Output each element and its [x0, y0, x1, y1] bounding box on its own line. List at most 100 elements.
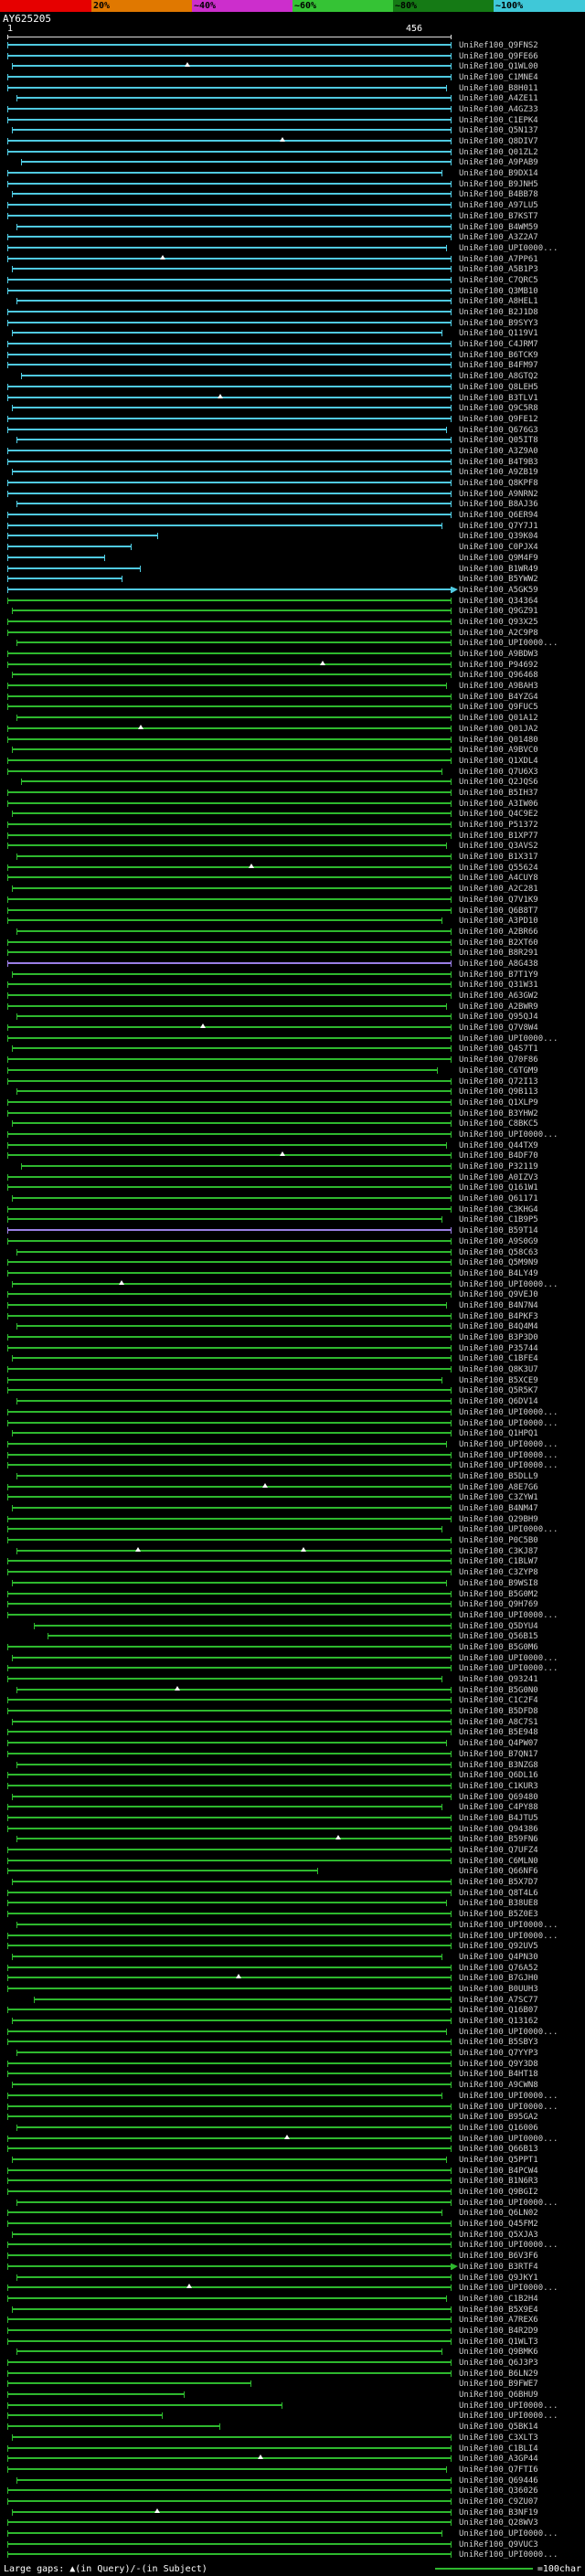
hit-bar[interactable]: [7, 2178, 452, 2185]
hit-label[interactable]: UniRef100_Q28WV3: [459, 2518, 538, 2528]
hit-label[interactable]: UniRef100_Q4S7T1: [459, 1044, 538, 1054]
hit-label[interactable]: UniRef100_B3P3D0: [459, 1333, 538, 1342]
hit-label[interactable]: UniRef100_B3TLV1: [459, 394, 538, 403]
hit-bar[interactable]: [7, 2444, 452, 2452]
hit-label[interactable]: UniRef100_Q34364: [459, 597, 538, 606]
hit-bar[interactable]: [11, 2306, 452, 2313]
hit-bar[interactable]: [7, 1440, 448, 1447]
hit-label[interactable]: UniRef100_Q6DL16: [459, 1771, 538, 1780]
hit-bar[interactable]: [16, 1248, 452, 1256]
hit-label[interactable]: UniRef100_Q7V1K9: [459, 896, 538, 905]
hit-label[interactable]: UniRef100_B3RTF4: [459, 2263, 538, 2272]
hit-label[interactable]: UniRef100_Q16B07: [459, 2006, 538, 2015]
hit-bar[interactable]: [7, 2369, 452, 2377]
hit-bar[interactable]: [7, 863, 452, 871]
hit-label[interactable]: UniRef100_B9JNH5: [459, 180, 538, 189]
hit-bar[interactable]: [7, 1611, 452, 1618]
hit-bar[interactable]: [7, 276, 452, 283]
hit-label[interactable]: UniRef100_A2BR66: [459, 928, 538, 937]
hit-bar[interactable]: [16, 1472, 452, 1479]
hit-bar[interactable]: [7, 597, 452, 604]
hit-bar[interactable]: [7, 2242, 452, 2249]
hit-label[interactable]: UniRef100_UPI0000...: [459, 1130, 558, 1140]
hit-label[interactable]: UniRef100_B4FM97: [459, 361, 538, 370]
hit-bar[interactable]: [11, 747, 452, 754]
hit-bar[interactable]: [16, 2476, 452, 2484]
hit-bar[interactable]: [7, 105, 452, 112]
hit-label[interactable]: UniRef100_A9BAH3: [459, 682, 538, 691]
hit-label[interactable]: UniRef100_Q1XDL4: [459, 757, 538, 766]
hit-label[interactable]: UniRef100_C1BFE4: [459, 1354, 538, 1363]
hit-bar[interactable]: [16, 1088, 452, 1096]
hit-label[interactable]: UniRef100_C3KHG4: [459, 1205, 538, 1214]
hit-label[interactable]: UniRef100_Q5XJA3: [459, 2231, 538, 2240]
hit-label[interactable]: UniRef100_B9FWE7: [459, 2380, 538, 2389]
hit-label[interactable]: UniRef100_Q9VEJ0: [459, 1290, 538, 1299]
hit-label[interactable]: UniRef100_Q5PPT1: [459, 2156, 538, 2165]
hit-label[interactable]: UniRef100_UPI0000...: [459, 1419, 558, 1428]
hit-bar[interactable]: [7, 1034, 452, 1042]
hit-label[interactable]: UniRef100_C1BLI4: [459, 2444, 538, 2454]
hit-bar[interactable]: [16, 298, 452, 305]
hit-bar[interactable]: [7, 906, 452, 914]
hit-label[interactable]: UniRef100_B1WR49: [459, 565, 538, 574]
hit-label[interactable]: UniRef100_B5YWW2: [459, 575, 538, 584]
hit-bar[interactable]: [7, 1334, 452, 1341]
hit-bar[interactable]: [7, 362, 452, 369]
hit-label[interactable]: UniRef100_B4DF70: [459, 1151, 538, 1161]
hit-label[interactable]: UniRef100_B6V3F6: [459, 2252, 538, 2261]
hit-bar[interactable]: [7, 1526, 443, 1533]
hit-label[interactable]: UniRef100_A7PP61: [459, 255, 538, 264]
hit-label[interactable]: UniRef100_Q39K04: [459, 532, 538, 541]
hit-label[interactable]: UniRef100_Q9BMK6: [459, 2348, 538, 2357]
hit-bar[interactable]: [7, 1141, 448, 1149]
hit-label[interactable]: UniRef100_Q72I13: [459, 1077, 538, 1087]
hit-bar[interactable]: [7, 2103, 452, 2110]
hit-label[interactable]: UniRef100_A9ZB19: [459, 468, 538, 477]
hit-bar[interactable]: [7, 917, 443, 925]
hit-bar[interactable]: [7, 1419, 452, 1426]
hit-bar[interactable]: [7, 1601, 452, 1608]
hit-label[interactable]: UniRef100_A3Z2A7: [459, 233, 538, 242]
hit-label[interactable]: UniRef100_Q55624: [459, 864, 538, 873]
hit-bar[interactable]: [7, 992, 452, 1000]
hit-label[interactable]: UniRef100_UPI0000...: [459, 1664, 558, 1673]
hit-bar[interactable]: [16, 1921, 452, 1928]
hit-label[interactable]: UniRef100_Q4PW07: [459, 1739, 538, 1748]
hit-bar[interactable]: [7, 565, 141, 572]
hit-label[interactable]: UniRef100_Q56B15: [459, 1632, 538, 1641]
hit-bar[interactable]: [7, 1889, 452, 1896]
hit-label[interactable]: UniRef100_C6MLN0: [459, 1857, 538, 1866]
hit-bar[interactable]: [11, 266, 452, 273]
hit-bar[interactable]: [11, 1355, 452, 1362]
hit-label[interactable]: UniRef100_B7GJH0: [459, 1974, 538, 1983]
hit-label[interactable]: UniRef100_Q70F86: [459, 1055, 538, 1065]
hit-label[interactable]: UniRef100_Q01JA2: [459, 725, 538, 734]
hit-bar[interactable]: [7, 426, 448, 433]
hit-bar[interactable]: [16, 1546, 452, 1554]
hit-bar[interactable]: [11, 672, 452, 679]
hit-bar[interactable]: [7, 1462, 452, 1469]
hit-label[interactable]: UniRef100_A9S0G9: [459, 1237, 538, 1246]
hit-bar[interactable]: [7, 789, 452, 796]
hit-label[interactable]: UniRef100_Q58C63: [459, 1248, 538, 1257]
hit-label[interactable]: UniRef100_Q6J3P3: [459, 2359, 538, 2368]
hit-label[interactable]: UniRef100_B0UUH3: [459, 1985, 538, 1994]
hit-bar[interactable]: [7, 512, 452, 519]
hit-bar[interactable]: [7, 480, 452, 487]
hit-bar[interactable]: [7, 2284, 452, 2292]
hit-label[interactable]: UniRef100_Q9B113: [459, 1087, 538, 1097]
hit-bar[interactable]: [16, 853, 452, 861]
hit-bar[interactable]: [7, 2092, 443, 2099]
hit-bar[interactable]: [7, 1782, 452, 1789]
hit-label[interactable]: UniRef100_P0C5B0: [459, 1536, 538, 1545]
hit-label[interactable]: UniRef100_Q16006: [459, 2124, 538, 2133]
hit-bar[interactable]: [7, 1023, 452, 1032]
hit-label[interactable]: UniRef100_B5G0M6: [459, 1643, 538, 1652]
hit-bar[interactable]: [11, 970, 452, 978]
hit-label[interactable]: UniRef100_Q45FM2: [459, 2220, 538, 2229]
hit-bar[interactable]: [7, 843, 448, 850]
hit-label[interactable]: UniRef100_B95GA2: [459, 2113, 538, 2122]
hit-label[interactable]: UniRef100_Q8DIV7: [459, 137, 538, 146]
hit-bar[interactable]: [7, 287, 452, 294]
